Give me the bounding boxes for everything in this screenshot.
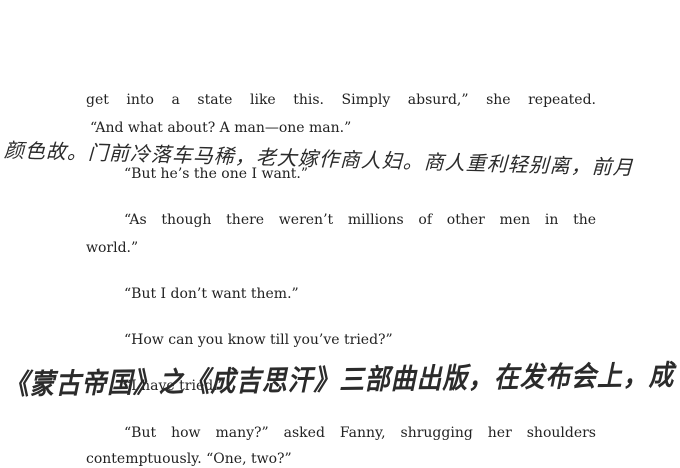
text-line: get into a state like this. Simply absur…: [86, 92, 596, 108]
text-line: “But I don’t want them.”: [124, 286, 299, 302]
text-line: “But how many?” asked Fanny, shrugging h…: [124, 425, 596, 441]
text-line: world.”: [86, 240, 139, 256]
text-line: “And what about? A man—one man.”: [90, 120, 352, 136]
text-line: “As though there weren’t millions of oth…: [124, 212, 596, 228]
text-line: “How can you know till you’ve tried?”: [124, 332, 393, 348]
handwritten-annotation: 《蒙古帝国》之《成吉思汗》三部曲出版，在发布会上，成: [3, 358, 675, 401]
text-line: contemptuously. “One, two?”: [86, 451, 292, 467]
